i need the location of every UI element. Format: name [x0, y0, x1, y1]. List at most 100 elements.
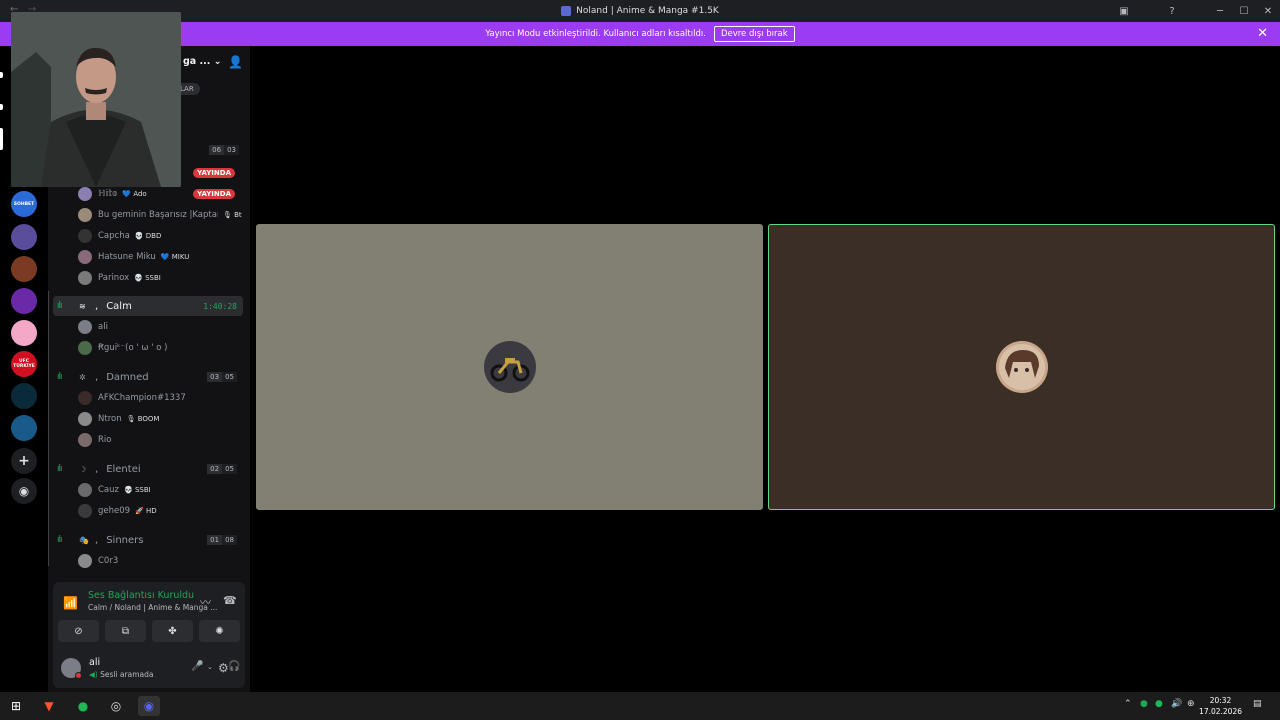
signal-icon[interactable]: 📶 — [63, 596, 78, 610]
separator: , — [95, 534, 99, 546]
guild-icon-anime-guild-3[interactable] — [11, 288, 37, 314]
voice-user[interactable]: Bu geminin Başarısız |Kaptanı 🎙 Bt — [78, 206, 243, 224]
count-limit: 05 — [222, 464, 237, 474]
avatar — [78, 320, 92, 334]
voice-activity-icon: ılı — [57, 535, 63, 545]
disable-streamer-mode-button[interactable]: Devre dışı bırak — [713, 26, 795, 42]
avatar — [78, 341, 92, 355]
user-count: 01 08 — [207, 535, 237, 545]
separator: , — [95, 463, 99, 475]
voice-channel-damned[interactable]: ılı ✲, Damned 03 05 — [53, 367, 243, 387]
maximize-button[interactable]: ☐ — [1232, 0, 1256, 22]
channel-name: Sinners — [106, 534, 144, 546]
unread-pill — [0, 72, 3, 78]
webcam-person-image — [11, 12, 181, 187]
count-current: 01 — [207, 535, 223, 545]
guild-icon-streamer-guild[interactable]: SOHBET — [11, 191, 37, 217]
chevron-down-icon[interactable]: ⌄ — [207, 663, 213, 671]
server-name[interactable]: ga ... ⌄ — [183, 56, 222, 67]
clock-time: 20:32 — [1209, 696, 1232, 705]
settings-gear-icon[interactable]: ⚙ — [218, 661, 229, 675]
count-limit: 03 — [224, 145, 239, 155]
user-name: C0r3 — [98, 556, 119, 566]
guild-icon-pig-guild[interactable] — [11, 320, 37, 346]
app-icon[interactable]: ◎ — [105, 696, 127, 716]
voice-user[interactable]: Ntron 🎙 BOOM — [78, 410, 243, 428]
camera-off-button[interactable]: ⊘ — [58, 620, 99, 642]
participant-tile[interactable] — [256, 224, 763, 510]
voice-user[interactable]: ali — [78, 318, 243, 336]
channel-name: Damned — [106, 371, 149, 383]
user-name: Hatsune Miku — [98, 252, 156, 262]
tray-spotify-icon[interactable]: ● — [1155, 699, 1163, 709]
count-limit: 08 — [222, 535, 237, 545]
tray-chevron-icon[interactable]: ⌃ — [1124, 699, 1132, 709]
live-badge: YAYINDA — [193, 168, 235, 178]
user-status: ◀) Sesli aramada — [89, 670, 154, 679]
count-limit: 05 — [222, 372, 237, 382]
close-banner-icon[interactable]: ✕ — [1257, 26, 1268, 41]
volume-icon[interactable]: 🔊 — [1171, 699, 1182, 709]
user-panel: ali ◀) Sesli aramada 🎤 ⌄ 🎧 ⌄ — [53, 648, 255, 688]
tray-app-icon[interactable]: ● — [1140, 699, 1148, 709]
participant-avatar — [483, 341, 536, 393]
guild-icon-anime-guild-2[interactable] — [11, 256, 37, 282]
voice-channel-sinners[interactable]: ılı 🎭, Sinners 01 08 — [53, 530, 243, 550]
spotify-icon[interactable]: ● — [72, 696, 94, 716]
voice-user[interactable]: Cauz 💀 SSBI — [78, 481, 243, 499]
participant-tile-speaking[interactable] — [768, 224, 1275, 510]
noise-suppression-icon[interactable]: 〰 — [200, 594, 211, 610]
network-icon[interactable]: ⊕ — [1187, 699, 1195, 709]
minimize-button[interactable]: ─ — [1208, 0, 1232, 22]
voice-stage — [250, 46, 1280, 692]
user-name: gehe09 — [98, 506, 131, 516]
disconnect-icon[interactable]: ☎ — [223, 594, 237, 607]
voice-user[interactable]: gehe09 🚀 HD — [78, 502, 243, 520]
voice-user[interactable]: Rio — [78, 431, 243, 449]
help-icon[interactable]: ? — [1160, 0, 1184, 22]
voice-channel-elentei[interactable]: ılı ☽, Elentei 02 05 — [53, 459, 243, 479]
avatar — [78, 412, 92, 426]
windows-start-icon[interactable]: ⊞ — [5, 696, 27, 716]
count-current: 02 — [207, 464, 223, 474]
brave-browser-icon[interactable]: ▼ — [38, 696, 60, 716]
notifications-icon[interactable]: ▤ — [1253, 699, 1262, 709]
close-window-button[interactable]: ✕ — [1256, 0, 1280, 22]
user-name: Rio — [98, 435, 112, 445]
user-name[interactable]: ali — [89, 657, 100, 668]
voice-user[interactable]: Capcha 💀 DBD — [78, 227, 243, 245]
voice-user[interactable]: C0r3 — [78, 552, 243, 570]
activities-button[interactable]: ✤ — [152, 620, 193, 642]
voice-user[interactable]: Hatsune Miku 💙 MIKU — [78, 248, 243, 266]
guild-icon-valorant-guild[interactable] — [11, 383, 37, 409]
guild-icon-anime-guild-1[interactable] — [11, 224, 37, 250]
inbox-icon[interactable]: ▣ — [1112, 0, 1136, 22]
webcam-overlay[interactable] — [11, 12, 181, 187]
separator: , — [95, 371, 99, 383]
user-badge: 💀 SSBI — [134, 274, 161, 282]
soundboard-button[interactable]: ✺ — [199, 620, 240, 642]
voice-user[interactable]: Ꞧguiᵏ⁻(o ' ω ' o ) — [78, 339, 243, 357]
guild-icon-game-guild[interactable] — [11, 415, 37, 441]
discover-icon[interactable]: ◉ — [11, 478, 37, 504]
discord-taskbar-icon[interactable]: ◉ — [138, 696, 160, 716]
voice-user[interactable]: ℍ𝕚𝕥𝕠 💙 Ado YAYINDA — [78, 185, 243, 203]
avatar — [78, 229, 92, 243]
voice-channel-link[interactable]: Calm / Noland | Anime & Manga ... — [88, 603, 217, 612]
channel-emoji-icon: ☽ — [79, 464, 87, 474]
microphone-icon[interactable]: 🎤 — [191, 661, 203, 672]
voice-user[interactable]: AFKChampion#1337 — [78, 389, 243, 407]
voice-status[interactable]: Ses Bağlantısı Kuruldu — [88, 590, 194, 601]
share-screen-button[interactable]: ⧉ — [105, 620, 146, 642]
clock[interactable]: 20:32 17.02.2026 — [1199, 695, 1242, 717]
voice-channel-calm[interactable]: ılı ≋, Calm 1:40:28 — [53, 296, 243, 316]
guild-icon-ufc-guild[interactable]: UFC TÜRKİYE — [11, 351, 37, 377]
add-server-icon[interactable]: + — [11, 448, 37, 474]
voice-user[interactable]: Parinox 💀 SSBI — [78, 269, 243, 287]
user-count: 02 05 — [207, 464, 237, 474]
headphones-icon[interactable]: 🎧 — [228, 661, 240, 672]
invite-people-icon[interactable]: 👤 — [228, 55, 243, 69]
clock-date: 17.02.2026 — [1199, 707, 1242, 716]
channel-name: Calm — [106, 300, 132, 312]
